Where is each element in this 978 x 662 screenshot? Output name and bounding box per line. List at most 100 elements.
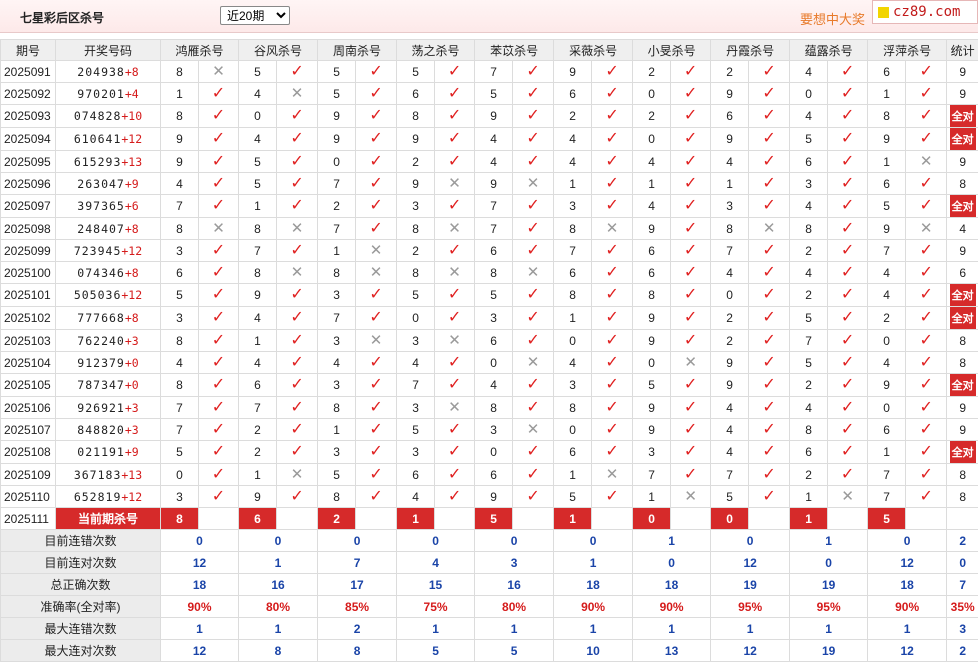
cross-icon: ✕ bbox=[527, 421, 540, 438]
top-bar: 七星彩后区杀号 近20期 要想中大奖 cz89.com bbox=[0, 0, 978, 33]
draw-extra: +9 bbox=[125, 445, 139, 459]
result-mark-cell: ✓ bbox=[906, 441, 947, 464]
kill-number-cell: 9 bbox=[868, 128, 906, 151]
draw-cell: 777668+8 bbox=[56, 307, 161, 330]
check-icon: ✓ bbox=[369, 286, 382, 303]
draw-number: 505036 bbox=[74, 288, 122, 302]
current-issue-cell: 2025111 bbox=[1, 508, 56, 530]
cross-icon: ✕ bbox=[370, 264, 383, 281]
count-value: 8 bbox=[959, 356, 966, 370]
period-range-select[interactable]: 近20期 bbox=[220, 6, 290, 25]
kill-number-cell: 4 bbox=[868, 262, 906, 284]
cross-icon: ✕ bbox=[370, 332, 383, 349]
stat-value-cell: 5 bbox=[475, 640, 554, 662]
check-icon: ✓ bbox=[212, 175, 225, 192]
check-icon: ✓ bbox=[684, 153, 697, 170]
result-mark-cell: ✓ bbox=[356, 218, 397, 240]
kill-number-cell: 4 bbox=[397, 352, 435, 374]
draw-number: 848820 bbox=[77, 423, 125, 437]
cross-icon: ✕ bbox=[212, 63, 225, 80]
issue-cell: 2025105 bbox=[1, 374, 56, 397]
kill-number-cell: 3 bbox=[397, 330, 435, 352]
stat-value-cell: 18 bbox=[554, 574, 633, 596]
cross-icon: ✕ bbox=[291, 85, 304, 102]
kill-number-cell: 4 bbox=[554, 128, 592, 151]
check-icon: ✓ bbox=[919, 85, 932, 102]
draw-extra: +13 bbox=[121, 468, 142, 482]
issue-cell: 2025106 bbox=[1, 397, 56, 419]
issue-cell: 2025099 bbox=[1, 240, 56, 262]
check-icon: ✓ bbox=[919, 130, 932, 147]
kill-number-cell: 4 bbox=[397, 486, 435, 508]
draw-extra: +8 bbox=[125, 311, 139, 325]
current-kill-cell: 1 bbox=[790, 508, 828, 530]
table-row: 2025099723945+123✓7✓1✕2✓6✓7✓6✓7✓2✓7✓9 bbox=[1, 240, 978, 262]
cross-icon: ✕ bbox=[527, 264, 540, 281]
kill-number-cell: 2 bbox=[397, 240, 435, 262]
current-empty-cell bbox=[199, 508, 239, 530]
result-mark-cell: ✓ bbox=[671, 61, 711, 83]
check-icon: ✓ bbox=[526, 85, 539, 102]
result-mark-cell: ✕ bbox=[828, 486, 868, 508]
draw-extra: +6 bbox=[125, 199, 139, 213]
kill-number-cell: 8 bbox=[161, 374, 199, 397]
kill-number-cell: 8 bbox=[790, 419, 828, 441]
result-mark-cell: ✓ bbox=[277, 330, 318, 352]
check-icon: ✓ bbox=[841, 197, 854, 214]
check-icon: ✓ bbox=[841, 153, 854, 170]
check-icon: ✓ bbox=[762, 466, 775, 483]
site-logo[interactable]: cz89.com bbox=[872, 0, 978, 24]
check-icon: ✓ bbox=[684, 399, 697, 416]
draw-number: 074828 bbox=[74, 109, 122, 123]
kill-number-cell: 4 bbox=[475, 128, 513, 151]
cross-icon: ✕ bbox=[684, 488, 697, 505]
stat-value-cell: 2 bbox=[947, 640, 978, 662]
stat-value-cell: 10 bbox=[554, 640, 633, 662]
result-mark-cell: ✓ bbox=[277, 240, 318, 262]
result-mark-cell: ✓ bbox=[199, 284, 239, 307]
check-icon: ✓ bbox=[290, 63, 303, 80]
result-mark-cell: ✓ bbox=[356, 397, 397, 419]
kill-number-cell: 7 bbox=[868, 486, 906, 508]
check-icon: ✓ bbox=[448, 443, 461, 460]
check-icon: ✓ bbox=[448, 197, 461, 214]
draw-extra: +12 bbox=[121, 288, 142, 302]
stat-value-cell: 1 bbox=[790, 618, 868, 640]
result-mark-cell: ✓ bbox=[592, 352, 633, 374]
cross-icon: ✕ bbox=[684, 354, 697, 371]
count-value: 9 bbox=[959, 401, 966, 415]
check-icon: ✓ bbox=[369, 488, 382, 505]
result-mark-cell: ✓ bbox=[435, 464, 475, 486]
stat-row: 准确率(全对率)90%80%85%75%80%90%90%95%95%90%35… bbox=[1, 596, 978, 618]
all-correct-badge: 全对 bbox=[950, 374, 976, 396]
stat-value-cell: 2 bbox=[318, 618, 397, 640]
result-mark-cell: ✕ bbox=[671, 352, 711, 374]
stat-value-cell: 0 bbox=[868, 530, 947, 552]
table-row: 2025096263047+94✓5✓7✓9✕9✕1✓1✓1✓3✓6✓8 bbox=[1, 173, 978, 195]
result-mark-cell: ✕ bbox=[356, 330, 397, 352]
result-mark-cell: ✓ bbox=[277, 307, 318, 330]
check-icon: ✓ bbox=[841, 466, 854, 483]
column-header: 蕴露杀号 bbox=[790, 40, 868, 61]
result-mark-cell: ✓ bbox=[749, 128, 790, 151]
table-row: 2025101505036+125✓9✓3✓5✓5✓8✓8✓0✓2✓4✓全对 bbox=[1, 284, 978, 307]
count-cell: 全对 bbox=[947, 105, 978, 128]
result-mark-cell: ✕ bbox=[199, 61, 239, 83]
check-icon: ✓ bbox=[841, 63, 854, 80]
current-kill-cell: 0 bbox=[633, 508, 671, 530]
issue-cell: 2025103 bbox=[1, 330, 56, 352]
check-icon: ✓ bbox=[448, 466, 461, 483]
current-empty-cell bbox=[906, 508, 947, 530]
kill-number-cell: 8 bbox=[397, 105, 435, 128]
kill-number-cell: 2 bbox=[318, 195, 356, 218]
result-mark-cell: ✕ bbox=[749, 218, 790, 240]
kill-number-cell: 0 bbox=[239, 105, 277, 128]
result-mark-cell: ✓ bbox=[277, 128, 318, 151]
kill-number-cell: 0 bbox=[318, 151, 356, 173]
check-icon: ✓ bbox=[841, 399, 854, 416]
column-header: 期号 bbox=[1, 40, 56, 61]
kill-number-cell: 8 bbox=[475, 397, 513, 419]
kill-number-cell: 7 bbox=[161, 195, 199, 218]
kill-number-cell: 2 bbox=[711, 61, 749, 83]
count-cell: 全对 bbox=[947, 284, 978, 307]
